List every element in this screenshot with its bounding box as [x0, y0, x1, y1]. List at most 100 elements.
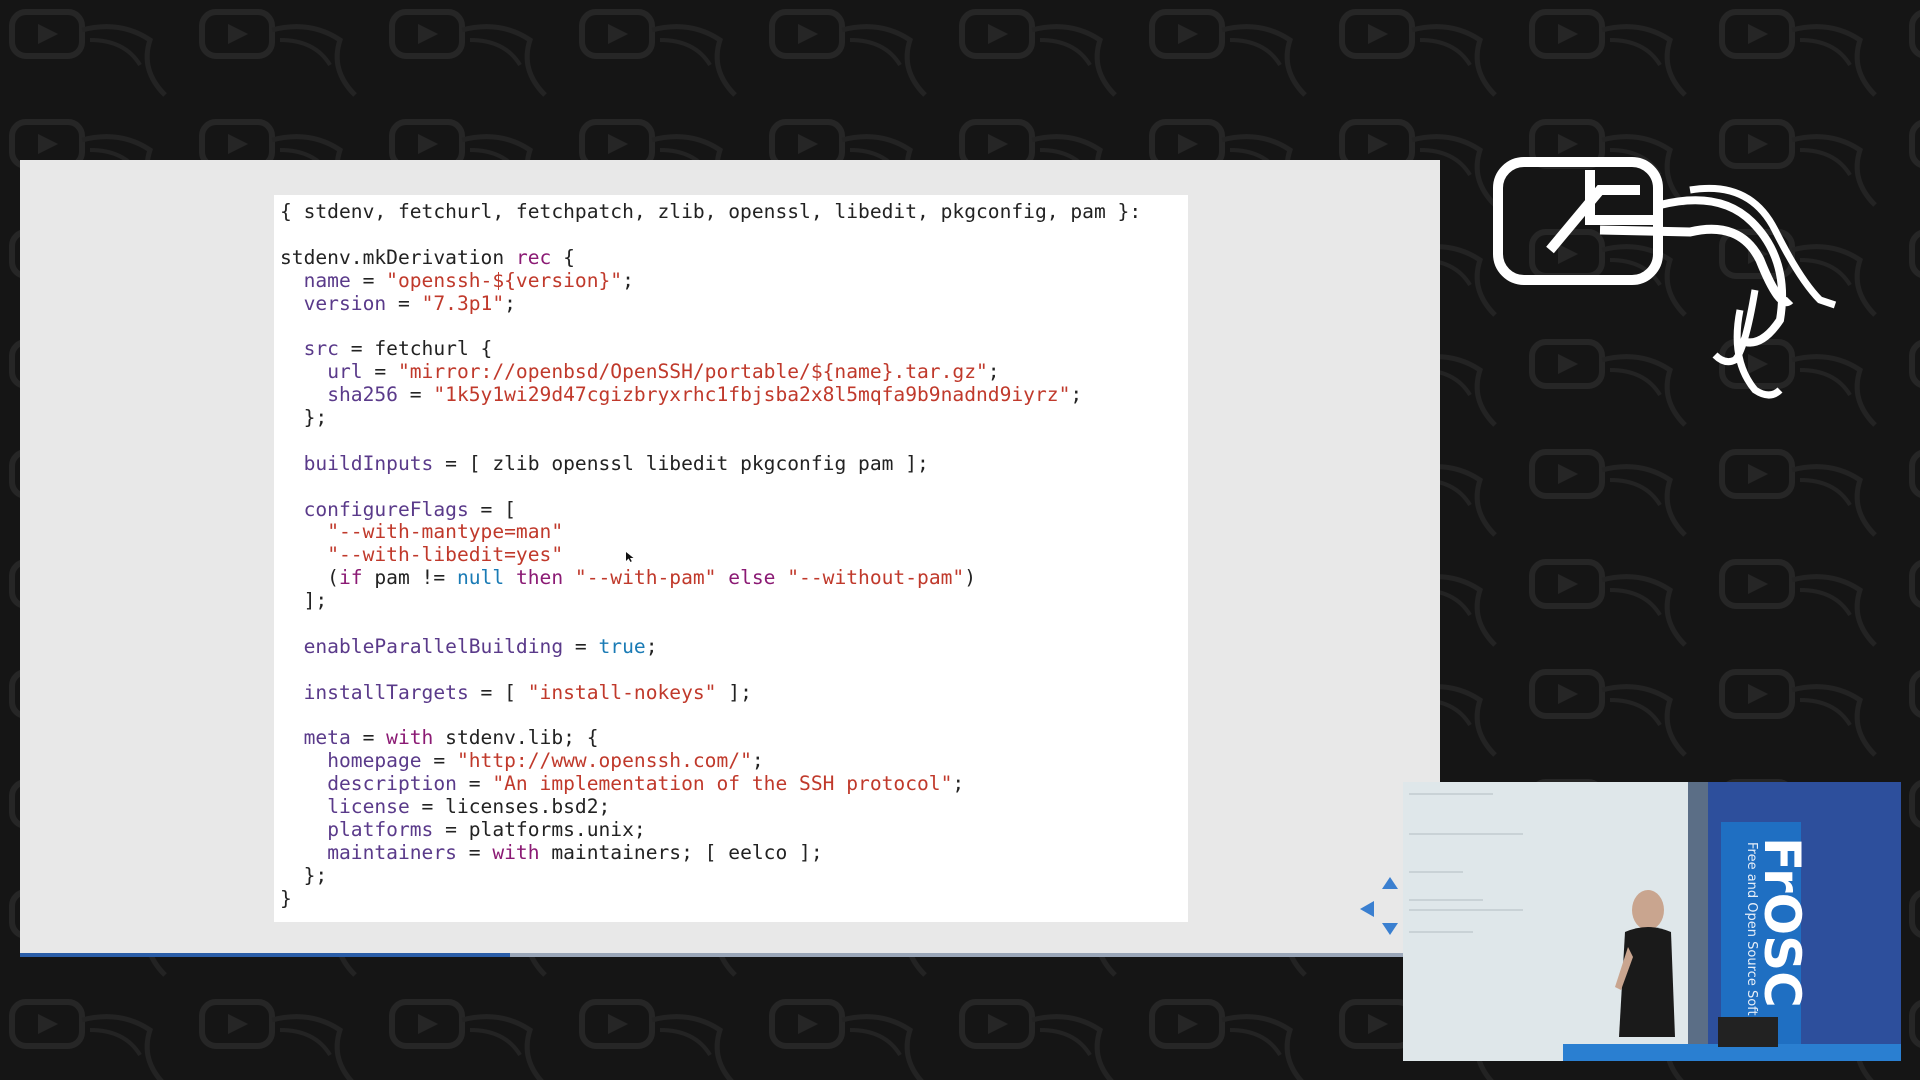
code-token: else [728, 566, 776, 590]
code-token: ; [622, 268, 634, 292]
nav-up-arrow-icon[interactable] [1382, 877, 1398, 889]
code-token: maintainers; [ eelco ]; [539, 840, 823, 864]
code-line: buildInputs = [ zlib openssl libedit pkg… [280, 451, 1141, 476]
code-token: configureFlags [303, 497, 469, 521]
nix-expression-code: { stdenv, fetchurl, fetchpatch, zlib, op… [280, 200, 1142, 911]
code-token: "--with-mantype=man" [327, 520, 564, 544]
code-token: rec [515, 245, 552, 269]
code-token: version [303, 291, 387, 315]
code-token: "--without-pam" [787, 566, 965, 590]
code-token: "1k5y1wi29d47cgizbryxrhc1fbjsba2x8l5mqfa… [433, 383, 1071, 407]
code-line: installTargets = [ "install-nokeys" ]; [280, 680, 1141, 705]
code-token: = fetchurl { [338, 337, 493, 361]
code-line: ]; [280, 589, 1141, 613]
code-token: = [ [468, 680, 528, 704]
code-token: { stdenv, fetchurl, fetchpatch, zlib, op… [280, 200, 1142, 223]
code-token: "7.3p1" [421, 291, 505, 315]
code-line: name = "openssh-${version}"; [280, 268, 1141, 293]
code-token: = [456, 772, 493, 796]
nav-left-arrow-icon[interactable] [1360, 901, 1374, 917]
code-line: "--with-mantype=man" [280, 521, 1141, 544]
code-token: "openssh-${version}" [386, 268, 623, 292]
code-token: "install-nokeys" [527, 680, 717, 704]
code-line: meta = with stdenv.lib; { [280, 727, 1141, 750]
code-line: src = fetchurl { [280, 337, 1141, 361]
nav-down-arrow-icon[interactable] [1382, 923, 1398, 935]
code-token: stdenv.lib; { [433, 726, 599, 750]
code-line: { stdenv, fetchurl, fetchpatch, zlib, op… [280, 200, 1142, 224]
code-token: }; [280, 406, 328, 430]
code-token: "http://www.openssh.com/" [456, 749, 752, 773]
code-token: then [515, 566, 564, 590]
code-token: ; [987, 360, 1000, 384]
code-token: with [492, 840, 540, 864]
code-token: buildInputs [303, 451, 434, 475]
code-token: enableParallelBuilding [303, 634, 564, 658]
code-token: } [280, 886, 292, 910]
mouse-cursor-icon [626, 552, 634, 562]
code-token: true [598, 634, 646, 658]
code-token: ; [645, 634, 658, 658]
code-line: maintainers = with maintainers; [ eelco … [280, 840, 1141, 865]
code-line: homepage = "http://www.openssh.com/"; [280, 749, 1141, 773]
code-line: enableParallelBuilding = true; [280, 634, 1141, 659]
code-token: = [362, 360, 398, 384]
slide-navigation-controls[interactable] [1358, 875, 1406, 935]
code-token: ( [280, 566, 339, 590]
speaker-video-scene: Free and Open Source Soft FrOSC [1403, 782, 1901, 1061]
code-token: }; [280, 863, 328, 887]
code-line: "--with-libedit=yes" [280, 543, 1141, 567]
code-token: = platforms.unix; [433, 818, 646, 842]
code-token: = [350, 268, 387, 292]
code-token: "An implementation of the SSH protocol" [492, 772, 953, 796]
code-token: ; [952, 772, 965, 796]
code-token: if [338, 566, 363, 590]
code-token: url [327, 360, 363, 384]
code-token: "--with-pam" [574, 566, 717, 590]
code-token: = [ [468, 497, 516, 521]
code-line: license = licenses.bsd2; [280, 795, 1141, 819]
code-token: = [563, 634, 599, 658]
code-token: = [350, 726, 387, 750]
code-token: = [386, 291, 422, 315]
code-line: }; [280, 863, 1141, 888]
code-token: homepage [327, 749, 422, 773]
code-token: installTargets [303, 680, 469, 704]
code-line: sha256 = "1k5y1wi29d47cgizbryxrhc1fbjsba… [280, 383, 1141, 407]
code-token: platforms [327, 818, 434, 842]
slide-progress-track [20, 953, 1440, 957]
code-token: null [456, 566, 505, 590]
code-line: configureFlags = [ [280, 497, 1141, 522]
code-token: = [ zlib openssl libedit pkgconfig pam ]… [433, 451, 929, 475]
code-token: ; [1070, 383, 1083, 407]
slide-progress-fill [20, 953, 510, 957]
code-line: url = "mirror://openbsd/OpenSSH/portable… [280, 360, 1141, 384]
banner-text: FrOSC [1753, 837, 1811, 1008]
code-token: "mirror://openbsd/OpenSSH/portable/${nam… [397, 360, 988, 384]
code-token: = licenses.bsd2; [409, 795, 611, 819]
code-token: maintainers [327, 840, 457, 864]
code-line: platforms = platforms.unix; [280, 818, 1141, 842]
code-line: } [280, 886, 1141, 911]
